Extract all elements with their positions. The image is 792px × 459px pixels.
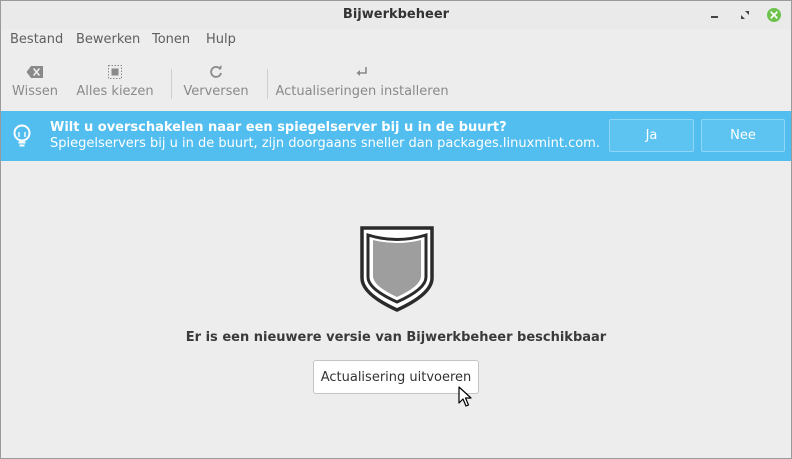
update-available-message: Er is een nieuwere versie van Bijwerkbeh…	[185, 330, 607, 345]
clear-button[interactable]: Wissen	[12, 63, 58, 103]
title-bar[interactable]: Bijwerkbeheer	[1, 1, 791, 29]
close-button[interactable]	[764, 5, 784, 25]
lightbulb-icon	[13, 124, 31, 147]
backspace-icon	[26, 63, 44, 81]
close-icon	[767, 8, 781, 22]
toolbar-separator	[267, 69, 268, 99]
no-button[interactable]: Nee	[701, 119, 785, 152]
toolbar-separator	[171, 69, 172, 99]
mouse-pointer-icon	[458, 386, 472, 407]
menu-tonen[interactable]: Tonen	[152, 32, 190, 47]
refresh-button[interactable]: Verversen	[183, 63, 249, 103]
menu-hulp[interactable]: Hulp	[206, 32, 236, 47]
toolbar: Wissen Alles kiezen Verversen Actualiser…	[1, 53, 791, 111]
select-all-button[interactable]: Alles kiezen	[76, 63, 154, 103]
select-all-icon	[106, 63, 124, 81]
clear-label: Wissen	[12, 84, 58, 99]
install-updates-button[interactable]: Actualiseringen installeren	[275, 63, 449, 103]
main-content: Er is een nieuwere versie van Bijwerkbeh…	[1, 161, 791, 458]
select-all-label: Alles kiezen	[76, 84, 154, 99]
menu-bar: Bestand Bewerken Tonen Hulp	[1, 29, 791, 53]
refresh-icon	[207, 63, 225, 81]
refresh-label: Verversen	[183, 84, 249, 99]
maximize-icon	[741, 11, 749, 19]
enter-icon	[353, 63, 371, 81]
install-updates-label: Actualiseringen installeren	[275, 84, 449, 99]
yes-button[interactable]: Ja	[609, 119, 694, 152]
mirror-info-bar: Wilt u overschakelen naar een spiegelser…	[1, 111, 791, 161]
window-title: Bijwerkbeheer	[342, 7, 450, 22]
menu-bewerken[interactable]: Bewerken	[76, 32, 140, 47]
run-update-button[interactable]: Actualisering uitvoeren	[313, 360, 479, 394]
shield-icon	[360, 226, 434, 312]
update-manager-window: Bijwerkbeheer Bestand Bewerken Tonen Hul…	[0, 0, 792, 459]
maximize-button[interactable]	[735, 5, 755, 25]
info-bar-title: Wilt u overschakelen naar een spiegelser…	[50, 120, 507, 135]
info-bar-text: Spiegelservers bij u in de buurt, zijn d…	[50, 136, 600, 151]
minimize-button[interactable]	[705, 5, 725, 25]
menu-bestand[interactable]: Bestand	[10, 32, 63, 47]
minimize-icon	[711, 16, 718, 18]
